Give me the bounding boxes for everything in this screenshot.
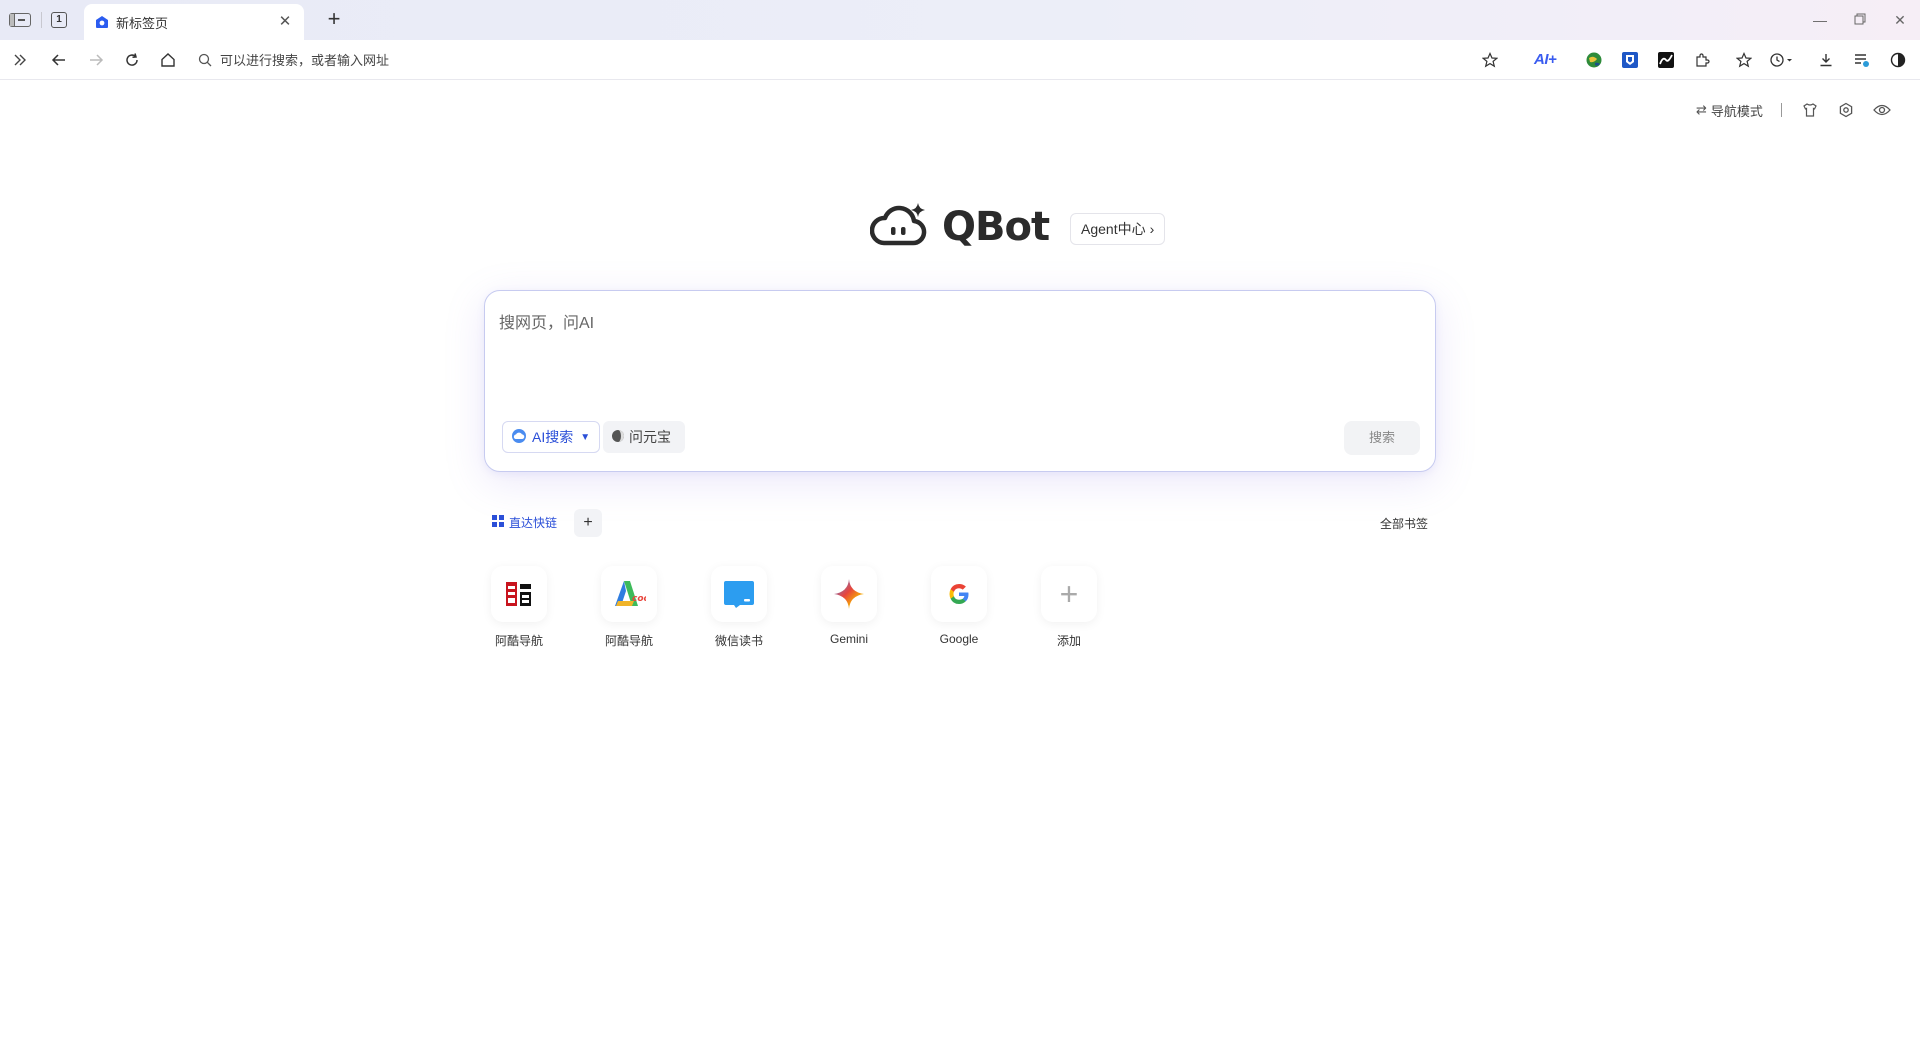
skin-shirt-icon[interactable] bbox=[1800, 100, 1820, 120]
quick-link-label: Google bbox=[939, 632, 979, 646]
back-arrow-icon[interactable] bbox=[47, 48, 71, 72]
quick-links-header: 直达快链 + 全部书签 bbox=[492, 509, 1428, 537]
search-input[interactable] bbox=[499, 309, 1419, 399]
settings-gear-icon[interactable] bbox=[1836, 100, 1856, 120]
add-quick-link-tile[interactable]: + 添加 bbox=[1036, 566, 1102, 648]
quick-links-tab-label: 直达快链 bbox=[509, 516, 558, 530]
favorites-star-icon[interactable] bbox=[1732, 48, 1756, 72]
quick-link-label: Gemini bbox=[829, 632, 868, 646]
new-tab-button[interactable]: + bbox=[322, 8, 346, 32]
plus-icon: + bbox=[1041, 566, 1097, 622]
minimize-window-icon[interactable]: — bbox=[1800, 8, 1840, 32]
quick-link-label: 阿酷导航 bbox=[604, 634, 653, 648]
nav-mode-label: 导航模式 bbox=[1710, 103, 1763, 119]
quick-link-label: 添加 bbox=[1056, 634, 1081, 648]
all-bookmarks-link[interactable]: 全部书签 bbox=[1380, 515, 1428, 532]
tab-quick-links[interactable]: 直达快链 bbox=[492, 514, 557, 531]
yuanbao-label: 问元宝 bbox=[629, 429, 671, 445]
switch-arrows-icon: ⇄ bbox=[1696, 102, 1707, 117]
close-window-icon[interactable]: ✕ bbox=[1880, 8, 1920, 32]
address-bar[interactable] bbox=[196, 46, 1466, 74]
chevron-right-icon: › bbox=[1149, 221, 1155, 237]
weread-logo-icon bbox=[711, 566, 767, 622]
bookmark-star-icon[interactable] bbox=[1478, 48, 1502, 72]
agent-center-label: Agent中心 bbox=[1081, 221, 1146, 237]
quick-link-tile[interactable]: 阿酷导航 bbox=[486, 566, 552, 648]
acool-logo-icon: cool bbox=[601, 566, 657, 622]
tab-strip: 1 新标签页 ✕ + — ✕ bbox=[0, 0, 1920, 40]
add-quick-link-button[interactable]: + bbox=[574, 509, 602, 537]
caret-down-icon: ▼ bbox=[580, 431, 591, 443]
quick-link-tile[interactable]: cool 阿酷导航 bbox=[596, 566, 662, 648]
google-logo-icon bbox=[931, 566, 987, 622]
browser-toolbar: AI+ bbox=[0, 40, 1920, 80]
sidebar-toggle-icon bbox=[9, 13, 31, 27]
ai-search-label: AI搜索 bbox=[532, 429, 574, 445]
search-box: AI搜索 ▼ 问元宝 搜索 bbox=[484, 290, 1436, 472]
qbot-favicon-icon bbox=[94, 14, 110, 30]
address-input[interactable] bbox=[220, 52, 1420, 68]
globe-extension-icon[interactable] bbox=[1582, 48, 1606, 72]
tabstrip-divider bbox=[41, 12, 42, 28]
qbot-logo: QBot bbox=[869, 201, 1050, 254]
quick-link-tile[interactable]: Google bbox=[926, 566, 992, 648]
eye-icon[interactable] bbox=[1872, 100, 1892, 120]
page-controls-divider bbox=[1780, 103, 1782, 117]
ai-search-mode-button[interactable]: AI搜索 ▼ bbox=[502, 421, 600, 453]
restore-window-icon[interactable] bbox=[1840, 8, 1880, 32]
tab-title: 新标签页 bbox=[116, 15, 169, 31]
close-tab-icon[interactable]: ✕ bbox=[276, 13, 294, 31]
yuanbao-logo-icon bbox=[611, 429, 625, 446]
qbot-logo-text: QBot bbox=[942, 204, 1050, 250]
qbot-cloud-logo-icon bbox=[869, 201, 928, 254]
home-icon[interactable] bbox=[156, 48, 180, 72]
theme-toggle-icon[interactable] bbox=[1886, 48, 1910, 72]
signature-extension-icon[interactable] bbox=[1654, 48, 1678, 72]
download-icon[interactable] bbox=[1814, 48, 1838, 72]
grid-icon bbox=[492, 515, 504, 530]
expand-sidebar-icon[interactable] bbox=[8, 48, 32, 72]
reload-icon[interactable] bbox=[120, 48, 144, 72]
quick-link-label: 阿酷导航 bbox=[494, 634, 543, 648]
shield-extension-icon[interactable] bbox=[1618, 48, 1642, 72]
extensions-puzzle-icon[interactable] bbox=[1690, 48, 1714, 72]
ask-yuanbao-button[interactable]: 问元宝 bbox=[603, 421, 685, 453]
search-icon bbox=[196, 51, 214, 69]
ai-plus-button[interactable]: AI+ bbox=[1534, 49, 1557, 71]
quick-link-tile[interactable]: 微信读书 bbox=[706, 566, 772, 648]
search-submit-button[interactable]: 搜索 bbox=[1344, 421, 1420, 455]
reading-list-icon[interactable] bbox=[1850, 48, 1874, 72]
nav-mode-button[interactable]: ⇄ 导航模式 bbox=[1696, 101, 1763, 120]
forward-arrow-icon[interactable] bbox=[84, 48, 108, 72]
page-controls: ⇄ 导航模式 bbox=[1696, 100, 1908, 120]
tab-count-button[interactable]: 1 bbox=[50, 10, 68, 30]
tab-count-badge: 1 bbox=[51, 12, 67, 28]
svg-text:cool: cool bbox=[632, 594, 646, 604]
tab-new-tab[interactable]: 新标签页 ✕ bbox=[84, 4, 304, 40]
quick-link-tile[interactable]: Gemini bbox=[816, 566, 882, 648]
agent-center-button[interactable]: Agent中心 › bbox=[1070, 213, 1166, 245]
sidebar-toggle-button[interactable] bbox=[8, 10, 32, 30]
kuai-logo-icon bbox=[491, 566, 547, 622]
quick-link-label: 微信读书 bbox=[714, 634, 763, 648]
gemini-logo-icon bbox=[821, 566, 877, 622]
ai-search-cloud-icon bbox=[511, 428, 527, 447]
history-clock-icon[interactable] bbox=[1766, 48, 1798, 72]
